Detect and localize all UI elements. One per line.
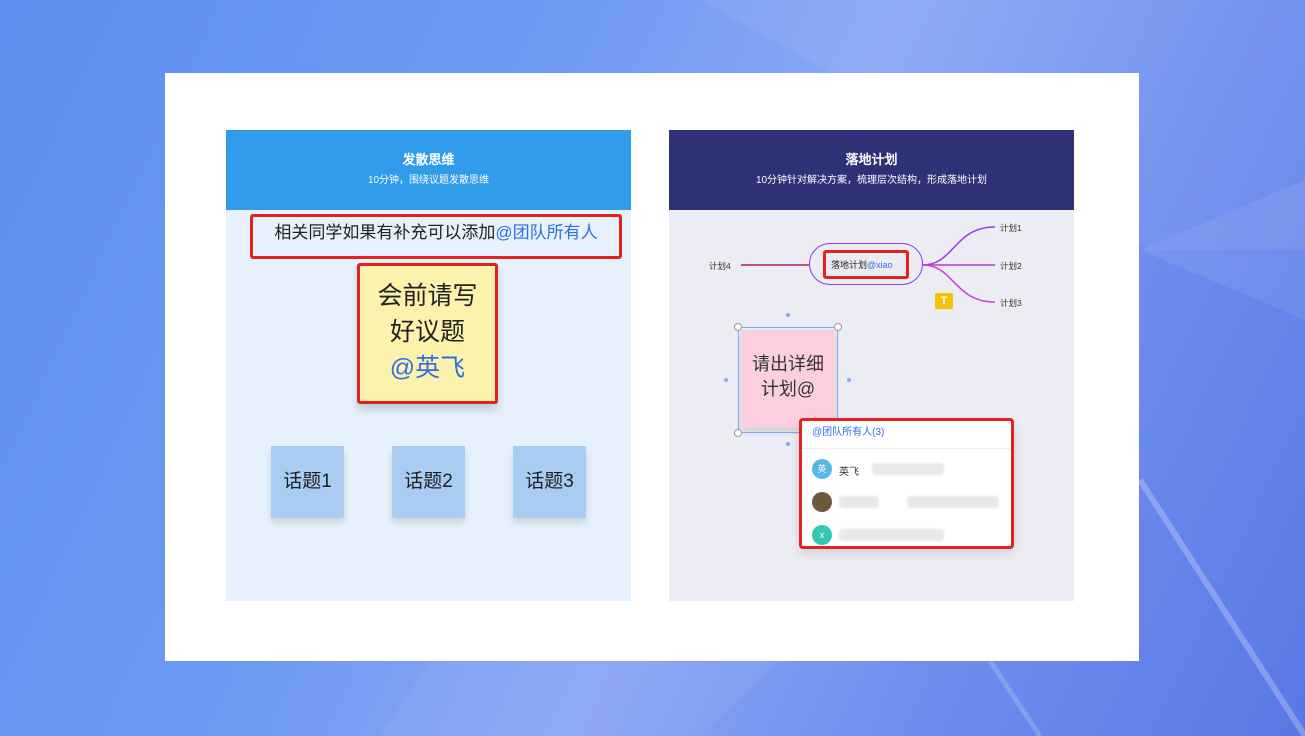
topic-note-3[interactable]: 话题3 (513, 446, 586, 518)
slide-card: 发散思维 10分钟，围绕议题发散思维 相关同学如果有补充可以添加@团队所有人 会… (165, 73, 1139, 661)
mindmap-leaf-1[interactable]: 计划1 (1000, 222, 1022, 234)
avatar: x (812, 525, 832, 545)
center-mention[interactable]: @xiao (867, 260, 893, 270)
member-item[interactable]: x (812, 525, 1002, 545)
redacted-info (872, 463, 944, 475)
redacted-info (839, 496, 879, 508)
mindmap-leaf-4[interactable]: 计划4 (709, 260, 731, 272)
center-text: 落地计划 (831, 260, 868, 270)
note-line: 好议题 (389, 318, 465, 346)
resize-handle[interactable] (834, 323, 842, 331)
mention-tag[interactable]: @团队所有人 (495, 223, 597, 242)
landing-plan-panel: 落地计划 10分钟针对解决方案，梳理层次结构，形成落地计划 落地计划@xiao … (669, 130, 1074, 601)
connector-dot[interactable] (786, 442, 790, 446)
panel-subtitle: 10分钟，围绕议题发散思维 (367, 175, 490, 186)
mindmap-connectors (741, 226, 996, 303)
hint-text: 相关同学如果有补充可以添加 (274, 223, 496, 242)
divergent-thinking-panel: 发散思维 10分钟，围绕议题发散思维 相关同学如果有补充可以添加@团队所有人 会… (226, 130, 631, 601)
note-line: 会前请写 (377, 282, 478, 310)
redacted-info (907, 496, 999, 508)
resize-handle[interactable] (734, 429, 742, 437)
mention-popup: @团队所有人(3) 英 英飞 x (799, 418, 1014, 549)
panel-title: 发散思维 (402, 152, 455, 167)
redacted-info (839, 529, 944, 541)
connector-dot[interactable] (786, 313, 790, 317)
mindmap-leaf-2[interactable]: 计划2 (1000, 260, 1022, 272)
avatar (812, 492, 832, 512)
topic-note-1[interactable]: 话题1 (271, 446, 344, 518)
mindmap-leaf-3[interactable]: 计划3 (1000, 297, 1022, 309)
mindmap-center-label[interactable]: 落地计划@xiao (831, 258, 893, 271)
connector-dot[interactable] (724, 378, 728, 382)
hint-text-line[interactable]: 相关同学如果有补充可以添加@团队所有人 (250, 214, 622, 259)
panel-subtitle: 10分钟针对解决方案，梳理层次结构，形成落地计划 (755, 175, 988, 186)
member-item[interactable] (812, 492, 1002, 512)
panel-header: 落地计划 10分钟针对解决方案，梳理层次结构，形成落地计划 (669, 130, 1074, 210)
member-name: 英飞 (839, 467, 859, 478)
text-tool-icon[interactable]: T (935, 293, 953, 309)
panel-title: 落地计划 (845, 152, 898, 167)
sticky-note-main[interactable]: 会前请写 好议题 @英飞 (357, 263, 498, 404)
avatar: 英 (812, 459, 832, 479)
member-item[interactable]: 英 英飞 (812, 459, 1002, 479)
note-mention[interactable]: @英飞 (360, 350, 495, 386)
connector-dot[interactable] (847, 378, 851, 382)
resize-handle[interactable] (734, 323, 742, 331)
popup-title[interactable]: @团队所有人(3) (802, 421, 1011, 449)
panel-header: 发散思维 10分钟，围绕议题发散思维 (226, 130, 631, 210)
topic-note-2[interactable]: 话题2 (392, 446, 465, 518)
